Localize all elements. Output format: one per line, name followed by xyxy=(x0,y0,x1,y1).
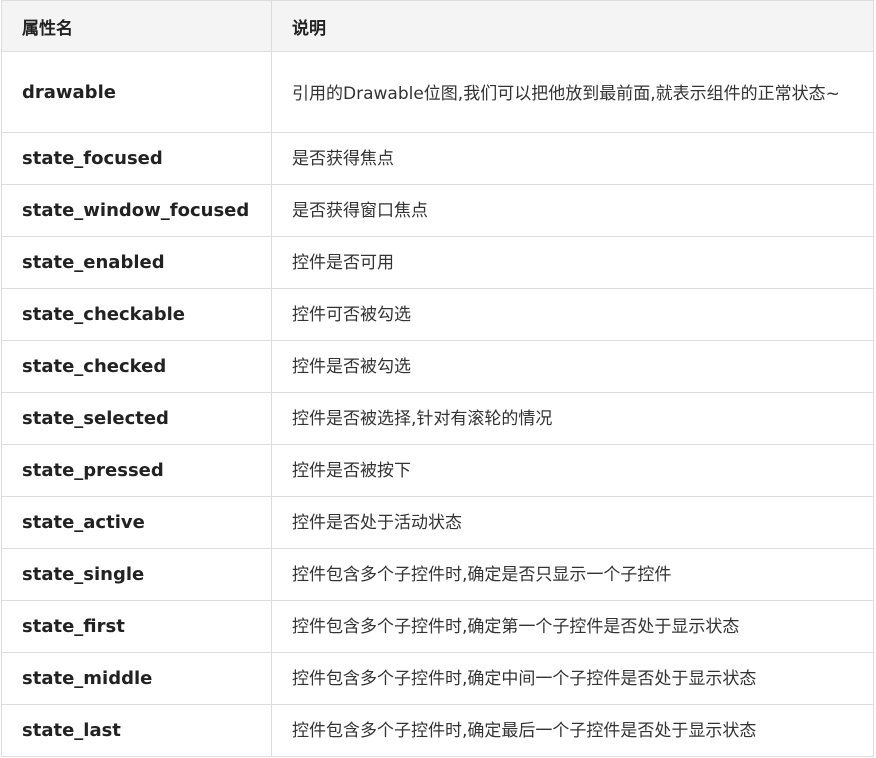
table-row: state_checkable 控件可否被勾选 xyxy=(1,288,874,341)
table-row: state_pressed 控件是否被按下 xyxy=(1,444,874,497)
attribute-name: state_active xyxy=(1,496,272,549)
table-row: drawable 引用的Drawable位图,我们可以把他放到最前面,就表示组件… xyxy=(1,51,874,133)
attribute-description: 控件包含多个子控件时,确定是否只显示一个子控件 xyxy=(271,548,874,601)
attribute-name: state_first xyxy=(1,600,272,653)
attribute-description: 控件是否被选择,针对有滚轮的情况 xyxy=(271,392,874,445)
attribute-name: state_focused xyxy=(1,132,272,185)
attribute-name: state_enabled xyxy=(1,236,272,289)
attribute-description: 控件是否被勾选 xyxy=(271,340,874,393)
attribute-description: 是否获得窗口焦点 xyxy=(271,184,874,237)
attribute-description: 控件是否可用 xyxy=(271,236,874,289)
attribute-description: 引用的Drawable位图,我们可以把他放到最前面,就表示组件的正常状态~ xyxy=(271,51,874,133)
table-row: state_single 控件包含多个子控件时,确定是否只显示一个子控件 xyxy=(1,548,874,601)
table-row: state_window_focused 是否获得窗口焦点 xyxy=(1,184,874,237)
attribute-name: state_checkable xyxy=(1,288,272,341)
table-header: 属性名 说明 xyxy=(1,0,874,52)
table-row: state_last 控件包含多个子控件时,确定最后一个子控件是否处于显示状态 xyxy=(1,704,874,757)
header-row: 属性名 说明 xyxy=(1,0,874,52)
table-body: drawable 引用的Drawable位图,我们可以把他放到最前面,就表示组件… xyxy=(1,51,874,757)
attribute-name: state_single xyxy=(1,548,272,601)
attribute-name: state_selected xyxy=(1,392,272,445)
attribute-name: state_last xyxy=(1,704,272,757)
table-row: state_checked 控件是否被勾选 xyxy=(1,340,874,393)
table-row: state_first 控件包含多个子控件时,确定第一个子控件是否处于显示状态 xyxy=(1,600,874,653)
attribute-table: 属性名 说明 drawable 引用的Drawable位图,我们可以把他放到最前… xyxy=(1,0,874,757)
header-attribute-name: 属性名 xyxy=(1,0,272,52)
attribute-description: 控件包含多个子控件时,确定第一个子控件是否处于显示状态 xyxy=(271,600,874,653)
attribute-description: 控件是否处于活动状态 xyxy=(271,496,874,549)
attribute-description: 控件包含多个子控件时,确定最后一个子控件是否处于显示状态 xyxy=(271,704,874,757)
attribute-name: state_checked xyxy=(1,340,272,393)
table-row: state_enabled 控件是否可用 xyxy=(1,236,874,289)
attribute-name: state_window_focused xyxy=(1,184,272,237)
header-description: 说明 xyxy=(271,0,874,52)
attribute-name: state_pressed xyxy=(1,444,272,497)
attribute-name: drawable xyxy=(1,51,272,133)
table-row: state_focused 是否获得焦点 xyxy=(1,132,874,185)
table-row: state_middle 控件包含多个子控件时,确定中间一个子控件是否处于显示状… xyxy=(1,652,874,705)
attribute-description: 控件可否被勾选 xyxy=(271,288,874,341)
attribute-name: state_middle xyxy=(1,652,272,705)
attribute-description: 是否获得焦点 xyxy=(271,132,874,185)
table-row: state_active 控件是否处于活动状态 xyxy=(1,496,874,549)
attribute-description: 控件是否被按下 xyxy=(271,444,874,497)
attribute-description: 控件包含多个子控件时,确定中间一个子控件是否处于显示状态 xyxy=(271,652,874,705)
table-row: state_selected 控件是否被选择,针对有滚轮的情况 xyxy=(1,392,874,445)
